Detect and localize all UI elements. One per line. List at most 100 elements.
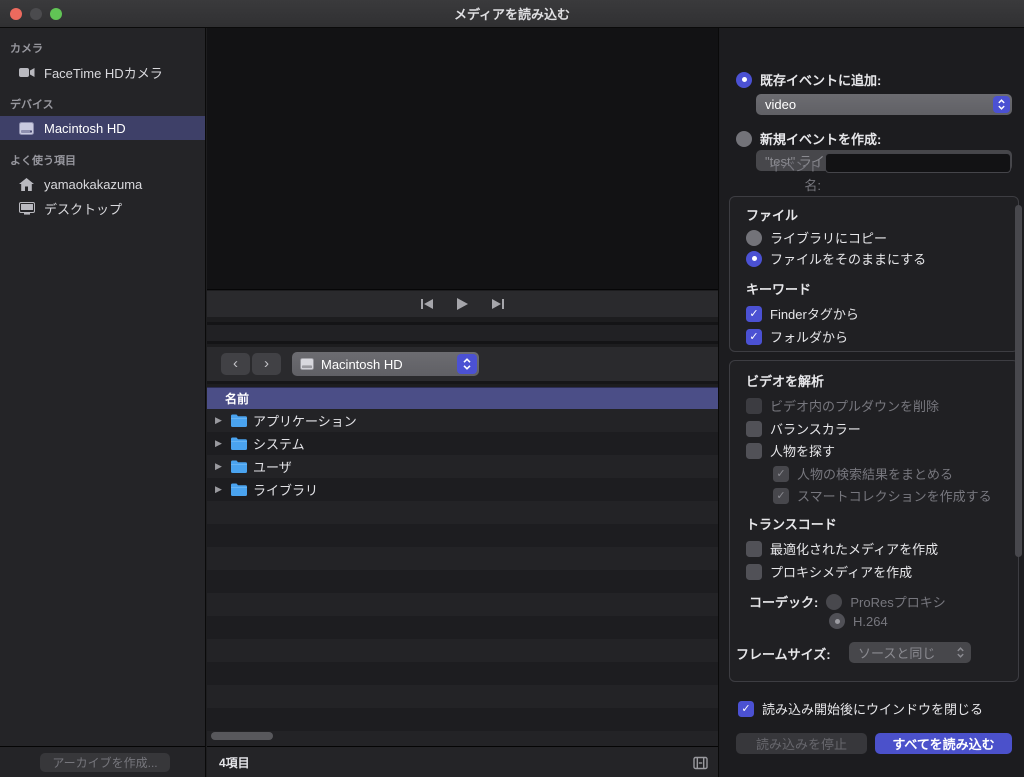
balance-color-checkbox[interactable] — [746, 421, 762, 437]
source-sidebar: カメラ FaceTime HDカメラ デバイス Macintosh HD よく使… — [0, 28, 206, 777]
window-title: メディアを読み込む — [454, 4, 570, 23]
folder-icon — [231, 437, 247, 450]
skip-back-button[interactable] — [420, 298, 434, 310]
disclosure-triangle-icon[interactable]: ▶ — [215, 484, 225, 495]
import-all-button[interactable]: すべてを読み込む — [875, 733, 1012, 754]
back-button[interactable]: ‹ — [221, 353, 250, 375]
chevron-up-down-icon — [993, 96, 1010, 113]
create-new-event-label: 新規イベントを作成: — [760, 129, 881, 148]
sidebar-item-facetime-camera[interactable]: FaceTime HDカメラ — [0, 60, 205, 84]
create-smart-collections-checkbox: ✓ — [773, 488, 789, 504]
prores-proxy-radio — [826, 594, 842, 610]
forward-button[interactable]: › — [252, 353, 281, 375]
existing-event-popup[interactable]: video — [756, 94, 1012, 115]
finder-tags-label: Finderタグから — [770, 304, 859, 323]
sidebar-section-cameras: カメラ — [0, 28, 205, 60]
location-popup-value: Macintosh HD — [321, 357, 403, 372]
analyze-video-heading: ビデオを解析 — [746, 371, 824, 390]
file-row-label: ユーザ — [253, 457, 292, 476]
location-popup[interactable]: Macintosh HD — [292, 352, 479, 376]
skip-forward-button[interactable] — [491, 298, 505, 310]
sidebar-item-label: FaceTime HDカメラ — [44, 63, 163, 82]
import-options-panel: 既存イベントに追加: video 新規イベントを作成: "test" ライブラリ… — [718, 28, 1024, 777]
existing-event-value: video — [765, 97, 796, 112]
transcode-heading: トランスコード — [746, 514, 837, 533]
browser-status-bar: 4項目 — [207, 746, 718, 777]
horizontal-scrollbar-thumb[interactable] — [211, 732, 273, 740]
vertical-scrollbar-thumb[interactable] — [1015, 205, 1022, 557]
consolidate-people-results-checkbox: ✓ — [773, 466, 789, 482]
create-optimized-media-checkbox[interactable] — [746, 541, 762, 557]
frame-size-popup: ソースと同じ — [849, 642, 971, 663]
finder-tags-checkbox[interactable]: ✓ — [746, 306, 762, 322]
folder-icon — [231, 460, 247, 473]
create-proxy-media-checkbox[interactable] — [746, 564, 762, 580]
file-row-system[interactable]: ▶ システム — [207, 432, 718, 455]
remove-pulldown-label: ビデオ内のプルダウンを削除 — [770, 396, 939, 415]
keywords-heading: キーワード — [746, 279, 811, 298]
sidebar-item-home[interactable]: yamaokakazuma — [0, 172, 205, 196]
file-row-users[interactable]: ▶ ユーザ — [207, 455, 718, 478]
find-people-label: 人物を探す — [770, 441, 835, 460]
sidebar-bottom-bar: アーカイブを作成... — [0, 746, 205, 777]
disclosure-triangle-icon[interactable]: ▶ — [215, 438, 225, 449]
event-name-input[interactable] — [825, 153, 1011, 173]
import-media-window: メディアを読み込む カメラ FaceTime HDカメラ デバイス Macint… — [0, 0, 1024, 777]
minimize-window-button — [30, 8, 42, 20]
stop-import-button: 読み込みを停止 — [736, 733, 867, 754]
file-row-label: アプリケーション — [253, 411, 357, 430]
disclosure-triangle-icon[interactable]: ▶ — [215, 415, 225, 426]
sidebar-item-macintosh-hd[interactable]: Macintosh HD — [0, 116, 205, 140]
hard-drive-icon — [300, 358, 314, 370]
sidebar-item-desktop[interactable]: デスクトップ — [0, 196, 205, 220]
preview-area — [207, 28, 718, 290]
chevron-up-down-icon — [952, 644, 969, 661]
find-people-checkbox[interactable] — [746, 443, 762, 459]
create-proxy-media-label: プロキシメディアを作成 — [770, 562, 912, 581]
frame-size-label: フレームサイズ: — [736, 644, 831, 663]
h264-label: H.264 — [853, 614, 888, 629]
disclosure-triangle-icon[interactable]: ▶ — [215, 461, 225, 472]
prores-proxy-label: ProResプロキシ — [850, 592, 945, 611]
add-to-existing-radio[interactable] — [736, 72, 752, 88]
item-count: 4項目 — [219, 754, 250, 771]
titlebar: メディアを読み込む — [0, 0, 1024, 28]
browser-toolbar-strip — [207, 322, 718, 344]
file-row-label: システム — [253, 434, 305, 453]
chevron-up-down-icon — [457, 354, 477, 374]
file-row-label: ライブラリ — [253, 480, 318, 499]
navigation-bar: ‹ › Macintosh HD — [207, 347, 718, 384]
close-window-after-import-checkbox[interactable]: ✓ — [738, 701, 754, 717]
close-window-after-import-label: 読み込み開始後にウインドウを閉じる — [762, 699, 983, 718]
leave-files-in-place-radio[interactable] — [746, 251, 762, 267]
from-folders-label: フォルダから — [770, 327, 848, 346]
home-icon — [18, 178, 35, 191]
files-heading: ファイル — [746, 205, 798, 224]
folder-icon — [231, 414, 247, 427]
video-camera-icon — [18, 67, 35, 78]
balance-color-label: バランスカラー — [770, 419, 861, 438]
file-row-applications[interactable]: ▶ アプリケーション — [207, 409, 718, 432]
h264-radio — [829, 613, 845, 629]
sidebar-item-label: yamaokakazuma — [44, 177, 142, 192]
file-row-library[interactable]: ▶ ライブラリ — [207, 478, 718, 501]
close-window-button[interactable] — [10, 8, 22, 20]
column-header-name[interactable]: 名前 — [207, 387, 718, 409]
create-archive-button[interactable]: アーカイブを作成... — [40, 753, 170, 772]
create-optimized-media-label: 最適化されたメディアを作成 — [770, 539, 938, 558]
create-smart-collections-label: スマートコレクションを作成する — [797, 486, 992, 505]
play-button[interactable] — [456, 297, 469, 311]
frame-size-value: ソースと同じ — [858, 643, 935, 662]
copy-to-library-radio[interactable] — [746, 230, 762, 246]
sidebar-section-favorites: よく使う項目 — [0, 140, 205, 172]
filmstrip-view-icon[interactable] — [693, 756, 708, 770]
zoom-window-button[interactable] — [50, 8, 62, 20]
consolidate-people-results-label: 人物の検索結果をまとめる — [797, 464, 953, 483]
file-list: ▶ アプリケーション ▶ システム ▶ ユーザ ▶ ライブラリ — [207, 409, 718, 746]
leave-files-in-place-label: ファイルをそのままにする — [770, 249, 926, 268]
sidebar-item-label: Macintosh HD — [44, 121, 126, 136]
browser-column: ‹ › Macintosh HD 名前 ▶ アプリケーション — [207, 28, 718, 777]
add-to-existing-label: 既存イベントに追加: — [760, 70, 881, 89]
from-folders-checkbox[interactable]: ✓ — [746, 329, 762, 345]
create-new-event-radio[interactable] — [736, 131, 752, 147]
